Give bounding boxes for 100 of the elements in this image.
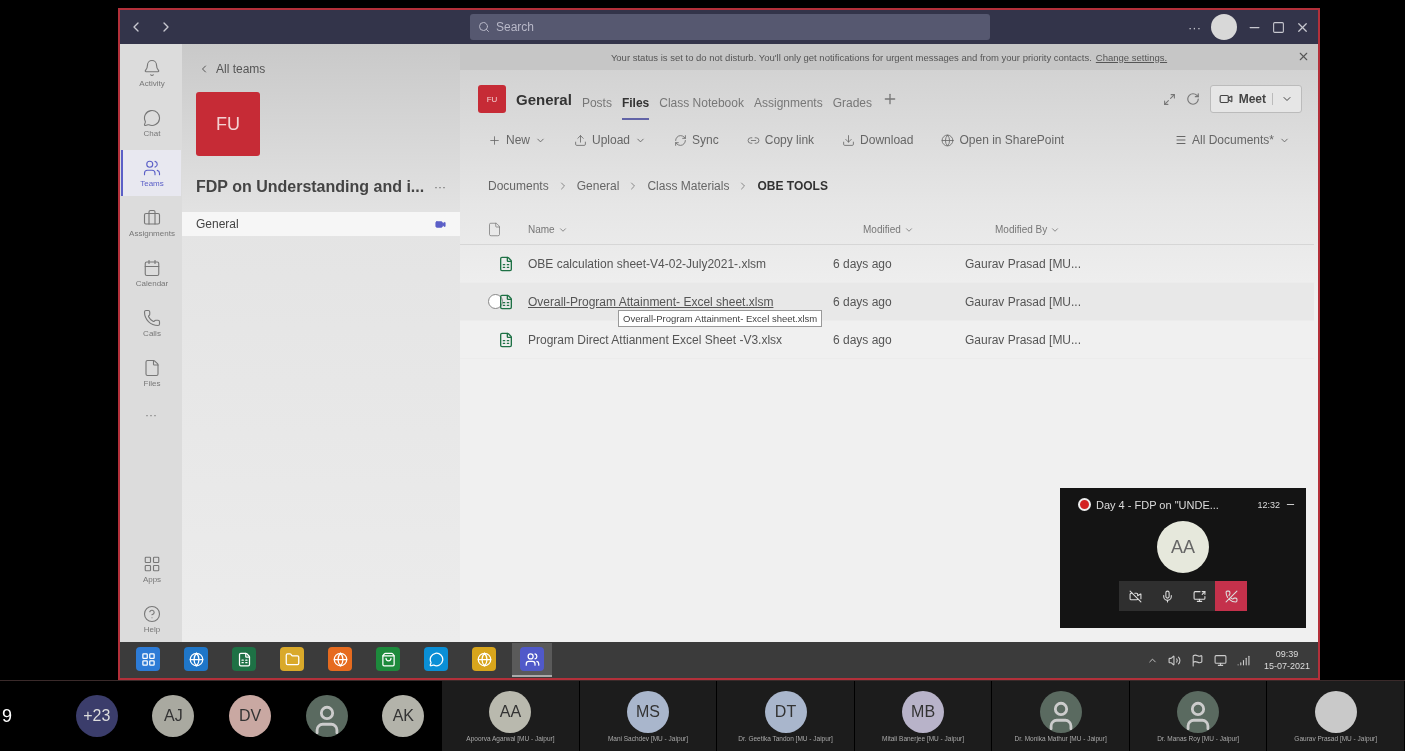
close-icon[interactable] <box>1297 50 1310 63</box>
channel-name: General <box>196 217 239 231</box>
search-field[interactable]: Search <box>470 14 990 40</box>
cut-off-number: 9 <box>1 704 13 728</box>
column-header[interactable]: Name <box>528 224 863 235</box>
browser-icon <box>328 647 352 671</box>
network-icon[interactable] <box>1213 653 1227 667</box>
bag-icon <box>376 647 400 671</box>
rail-item[interactable]: Files <box>121 350 181 396</box>
modified-by-cell-text: Gaurav Prasad [MU... <box>965 256 1083 271</box>
rail-item[interactable]: Apps <box>121 546 181 592</box>
rail-item[interactable]: Teams <box>121 150 181 196</box>
toolbar-button[interactable]: New <box>488 133 546 147</box>
maximize-icon[interactable] <box>1272 20 1285 34</box>
screen-share-icon <box>1192 589 1206 603</box>
breadcrumb-link[interactable]: General <box>576 179 620 193</box>
toolbar-button[interactable]: Download <box>842 133 914 147</box>
hang-up-button[interactable] <box>1215 581 1247 611</box>
profile-avatar[interactable] <box>1211 14 1237 40</box>
toolbar-button[interactable]: Upload <box>574 133 647 147</box>
clock[interactable]: 09:39 15-07-2021 <box>1263 649 1310 671</box>
toolbar-button[interactable]: Sync <box>674 133 719 147</box>
phone-icon <box>143 308 161 327</box>
windows-icon <box>136 647 160 671</box>
participant-avatar: AA <box>1157 521 1209 573</box>
flag-icon[interactable] <box>1190 653 1204 667</box>
rail-label: Assignments <box>129 228 175 238</box>
search-placeholder: Search <box>496 20 535 34</box>
meeting-title: Day 4 - FDP on "UNDE... <box>1096 498 1219 511</box>
browser-icon <box>472 647 496 671</box>
rail-label: Teams <box>140 178 164 188</box>
backpack-icon <box>143 208 161 227</box>
chat-icon <box>424 647 448 671</box>
rail-item[interactable]: Chat <box>121 100 181 146</box>
rail-label: Chat <box>143 128 161 138</box>
more-button[interactable]: ··· <box>1188 19 1201 35</box>
expand-icon[interactable] <box>1162 92 1176 106</box>
toolbar-button[interactable]: Copy link <box>746 133 815 147</box>
rail-item[interactable]: Activity <box>121 50 181 96</box>
tab[interactable]: Assignments <box>753 88 823 120</box>
view-selector[interactable]: All Documents* <box>1174 133 1290 147</box>
breadcrumb-link[interactable]: Documents <box>488 179 549 193</box>
upload-icon <box>574 133 587 147</box>
modified-by-cell-text: Gaurav Prasad [MU... <box>965 332 1083 347</box>
file-name-link[interactable]: Program Direct Attianment Excel Sheet -V3.xlsx <box>528 332 833 347</box>
change-settings-link[interactable]: Change settings. <box>1095 51 1168 63</box>
rail-item[interactable]: Assignments <box>121 200 181 246</box>
meet-button[interactable]: Meet <box>1209 85 1302 113</box>
participant-avatar: AJ <box>152 695 195 737</box>
file-icon <box>143 358 161 377</box>
participant-avatar: MS <box>627 690 669 733</box>
hang-up-icon <box>1224 589 1238 603</box>
column-header[interactable]: Modified <box>863 224 995 235</box>
more-button[interactable]: ··· <box>145 400 157 430</box>
file-type-icon <box>486 222 502 237</box>
tooltip: Overall-Program Attainment- Excel sheet.xlsm <box>618 310 823 327</box>
globe-icon <box>941 133 955 147</box>
bell-icon <box>143 58 161 77</box>
team-name: FDP on Understanding and i... <box>196 178 425 196</box>
sync-icon <box>674 133 688 147</box>
signal-icon[interactable] <box>1236 653 1250 667</box>
tab[interactable]: Posts <box>581 88 612 120</box>
breadcrumb-link[interactable]: Class Materials <box>647 179 730 193</box>
video-camera-icon <box>1218 92 1233 106</box>
spreadsheet-icon <box>498 255 514 272</box>
banner-text: Your status is set to do not disturb. You'll only get notifications for urgent messages and from your priority contacts. <box>610 51 1092 63</box>
chat-icon <box>143 108 161 127</box>
speaker-icon[interactable] <box>1167 653 1181 667</box>
taskbar-app[interactable] <box>512 643 552 677</box>
modified-cell-text: 6 days ago <box>833 294 893 309</box>
all-teams-link[interactable]: All teams <box>198 62 460 76</box>
channel-avatar: FU <box>478 85 506 113</box>
tab[interactable]: Grades <box>832 88 873 120</box>
help-icon <box>143 604 161 623</box>
spreadsheet-icon <box>498 331 514 348</box>
rail-label: Calls <box>143 328 161 338</box>
refresh-icon[interactable] <box>1185 92 1200 106</box>
plus-icon <box>488 133 501 147</box>
rail-label: Help <box>143 624 161 634</box>
participant-avatar: DT <box>764 690 807 733</box>
rail-label: Apps <box>142 574 162 584</box>
spreadsheet-icon <box>232 647 256 671</box>
file-name-link[interactable]: OBE calculation sheet-V4-02-July2021-.xlsm <box>528 256 833 271</box>
file-name-link[interactable]: Overall-Program Attainment- Excel sheet.xlsm <box>528 294 833 309</box>
channel-title: General <box>516 90 572 108</box>
rail-item[interactable]: Help <box>121 596 181 642</box>
toolbar-button[interactable]: Open in SharePoint <box>941 133 1065 147</box>
rail-item[interactable]: Calendar <box>121 250 181 296</box>
modified-cell-text: 6 days ago <box>833 332 893 347</box>
breadcrumb-link[interactable]: OBE TOOLS <box>757 179 828 193</box>
more-button[interactable]: ··· <box>434 180 446 194</box>
rail-label: Activity <box>139 78 165 88</box>
column-header[interactable]: Modified By <box>995 224 1314 235</box>
folder-icon <box>280 647 304 671</box>
participant-avatar: DV <box>229 695 272 737</box>
channel-item[interactable]: General <box>182 212 460 236</box>
tab[interactable]: Files <box>621 88 650 120</box>
list-icon <box>1174 134 1187 146</box>
tab[interactable]: Class Notebook <box>659 88 744 120</box>
rail-item[interactable]: Calls <box>121 300 181 346</box>
